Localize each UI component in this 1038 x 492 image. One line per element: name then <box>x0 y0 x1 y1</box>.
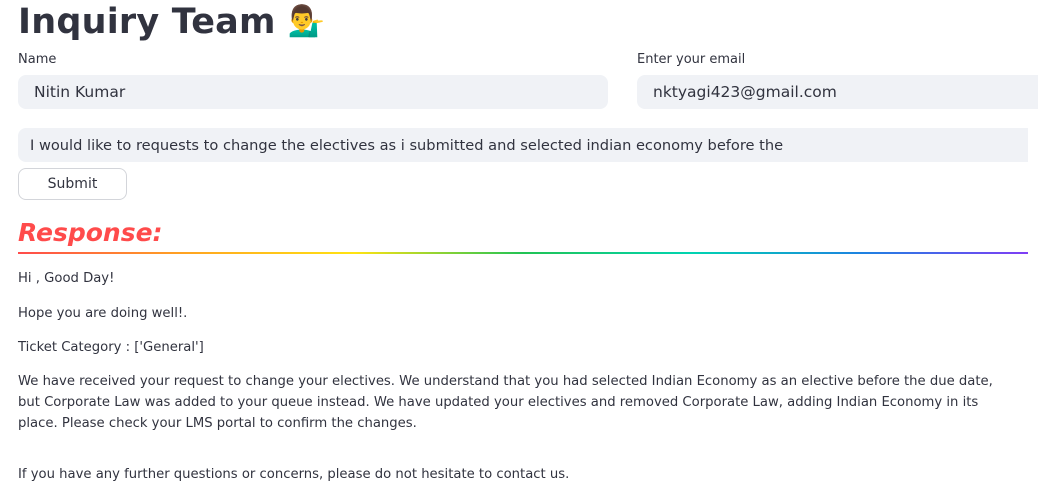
email-input[interactable]: nktyagi423@gmail.com <box>637 75 1038 109</box>
name-label: Name <box>18 52 57 67</box>
inquiry-page: Inquiry Team 💁‍♂️ Name Nitin Kumar Enter… <box>0 0 1038 492</box>
submit-button[interactable]: Submit <box>18 168 127 200</box>
page-title: Inquiry Team 💁‍♂️ <box>18 0 325 44</box>
query-input[interactable]: I would like to requests to change the e… <box>18 128 1028 162</box>
person-tipping-hand-icon: 💁‍♂️ <box>287 4 326 39</box>
ticket-category: Ticket Category : ['General'] <box>18 340 204 355</box>
page-title-text: Inquiry Team <box>18 2 276 42</box>
response-wellwish: Hope you are doing well!. <box>18 306 188 321</box>
name-input[interactable]: Nitin Kumar <box>18 75 608 109</box>
response-greeting: Hi , Good Day! <box>18 271 115 286</box>
response-heading: Response: <box>18 218 163 247</box>
response-closing: If you have any further questions or con… <box>18 467 570 482</box>
email-label: Enter your email <box>637 52 746 67</box>
response-body: We have received your request to change … <box>18 374 993 431</box>
rainbow-divider <box>18 252 1028 254</box>
